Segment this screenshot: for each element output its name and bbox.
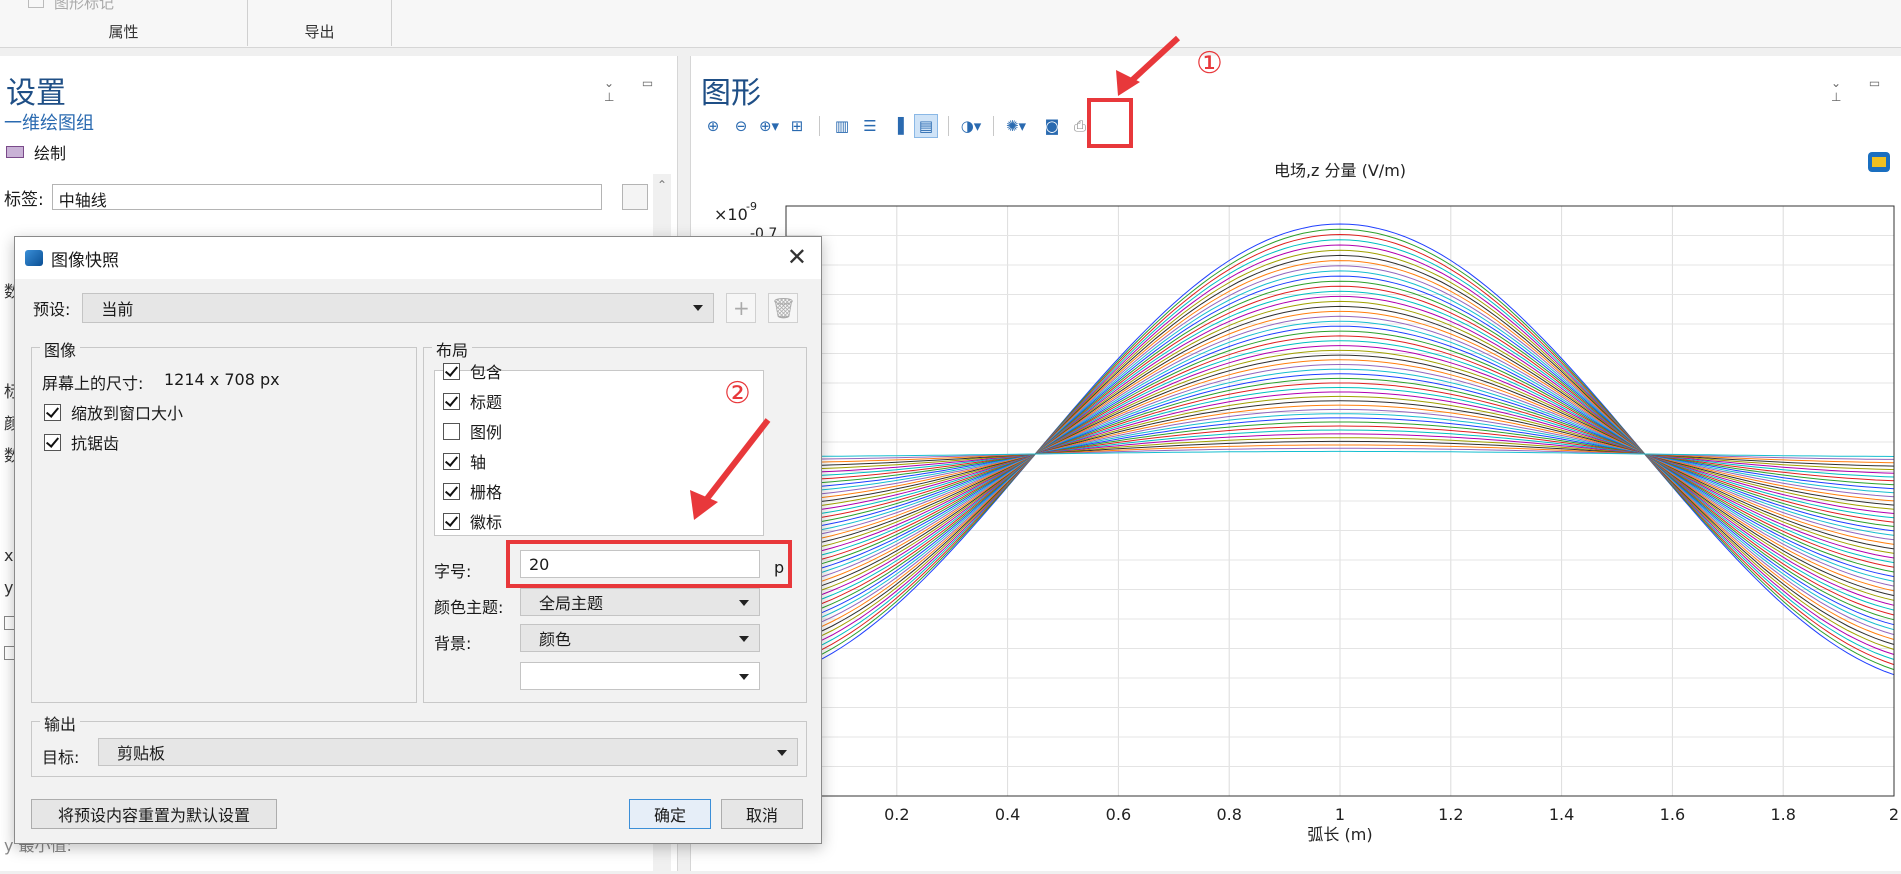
checkbox-box[interactable]: [443, 392, 460, 410]
checkbox-label: 轴: [470, 453, 487, 472]
color-theme-select[interactable]: 全局主题: [520, 588, 760, 616]
font-size-label: 字号:: [434, 562, 472, 581]
axis-checkbox[interactable]: 轴: [443, 449, 486, 473]
annotation-marker-2: ②: [724, 376, 751, 411]
preset-row: 预设: 当前 + 🗑: [33, 293, 799, 323]
target-label: 目标:: [42, 748, 80, 767]
x-tick-label: 1.6: [1660, 805, 1685, 824]
checkbox-box[interactable]: [443, 482, 460, 500]
ok-button[interactable]: 确定: [629, 799, 711, 829]
image-snapshot-dialog: 图像快照 ✕ 预设: 当前 + 🗑 图像 屏幕上的尺寸: 1214 x 708 …: [14, 236, 822, 844]
antialias-checkbox[interactable]: 抗锯齿: [44, 430, 119, 454]
chevron-down-icon: [777, 750, 787, 756]
x-tick-label: 1.8: [1770, 805, 1795, 824]
checkbox-label: 缩放到窗口大小: [71, 404, 184, 423]
layout-include-box: 包含 标题 图例 轴 栅格 徽标: [434, 362, 764, 536]
output-group-title: 输出: [40, 711, 81, 735]
fit-window-checkbox[interactable]: 缩放到窗口大小: [44, 400, 183, 424]
add-preset-button[interactable]: +: [726, 293, 757, 323]
chart-title: 电场,z 分量 (V/m): [1274, 161, 1406, 180]
chevron-down-icon: [739, 600, 749, 606]
x-tick-label: 0.8: [1216, 805, 1241, 824]
output-group: 输出 目标: 剪贴板: [31, 711, 807, 777]
dialog-titlebar: 图像快照 ✕: [15, 237, 821, 279]
close-icon[interactable]: ✕: [787, 243, 807, 271]
checkbox-box[interactable]: [443, 512, 460, 530]
color-theme-label: 颜色主题:: [434, 598, 504, 617]
layout-group-title: 布局: [432, 337, 473, 361]
x-tick-label: 0.6: [1106, 805, 1131, 824]
checkbox-label: 包含: [470, 363, 503, 382]
x-tick-label: 1.2: [1438, 805, 1463, 824]
checkbox-label: 抗锯齿: [71, 434, 120, 453]
grid-checkbox[interactable]: 栅格: [443, 479, 502, 503]
checkbox-box[interactable]: [443, 422, 460, 440]
font-size-input[interactable]: 20: [520, 550, 760, 578]
checkbox-box[interactable]: [44, 403, 61, 421]
x-tick-label: 1: [1335, 805, 1345, 824]
delete-preset-icon[interactable]: 🗑: [768, 293, 799, 323]
include-checkbox[interactable]: 包含: [443, 359, 502, 383]
image-group: 图像 屏幕上的尺寸: 1214 x 708 px 缩放到窗口大小 抗锯齿: [31, 337, 417, 703]
x-tick-label: 2: [1889, 805, 1899, 824]
target-select[interactable]: 剪贴板: [98, 738, 798, 766]
app-icon: [25, 250, 43, 266]
cancel-button[interactable]: 取消: [721, 799, 803, 829]
reset-defaults-button[interactable]: 将预设内容重置为默认设置: [31, 799, 277, 829]
target-value: 剪贴板: [117, 744, 166, 763]
screen-size-label: 屏幕上的尺寸:: [42, 374, 144, 393]
screen-size-value: 1214 x 708 px: [164, 370, 280, 389]
x-tick-label: 0.2: [884, 805, 909, 824]
logo-checkbox[interactable]: 徽标: [443, 509, 502, 533]
checkbox-label: 标题: [470, 393, 503, 412]
y-exponent-power: -9: [746, 200, 757, 213]
y-exponent-base: ×10: [714, 205, 748, 224]
dialog-title: 图像快照: [51, 250, 119, 271]
annotation-marker-1: ①: [1196, 46, 1223, 81]
legend-checkbox[interactable]: 图例: [443, 419, 502, 443]
checkbox-label: 图例: [470, 423, 503, 442]
x-ticks: 0.2 0.4 0.6 0.8 1 1.2 1.4 1.6 1.8 2: [884, 805, 1899, 824]
color-theme-value: 全局主题: [539, 594, 604, 613]
font-size-unit: p: [774, 558, 785, 577]
checkbox-box[interactable]: [443, 362, 460, 380]
chevron-down-icon: [739, 636, 749, 642]
title-checkbox[interactable]: 标题: [443, 389, 502, 413]
chevron-down-icon: [693, 305, 704, 311]
logo-icon: [1868, 152, 1890, 172]
checkbox-label: 栅格: [470, 483, 503, 502]
preset-value: 当前: [101, 300, 134, 319]
x-tick-label: 0.4: [995, 805, 1020, 824]
checkbox-label: 徽标: [470, 513, 503, 532]
checkbox-box[interactable]: [443, 452, 460, 470]
background-select[interactable]: 颜色: [520, 624, 760, 652]
checkbox-box[interactable]: [44, 433, 61, 451]
x-tick-label: 1.4: [1549, 805, 1574, 824]
background-color-select[interactable]: [520, 662, 760, 690]
background-label: 背景:: [434, 634, 472, 653]
chevron-down-icon: [739, 674, 749, 680]
image-group-title: 图像: [40, 337, 81, 361]
preset-label: 预设:: [33, 300, 71, 319]
x-axis-label: 弧长 (m): [1307, 825, 1372, 844]
preset-select[interactable]: 当前: [82, 293, 715, 323]
background-value: 颜色: [539, 630, 572, 649]
